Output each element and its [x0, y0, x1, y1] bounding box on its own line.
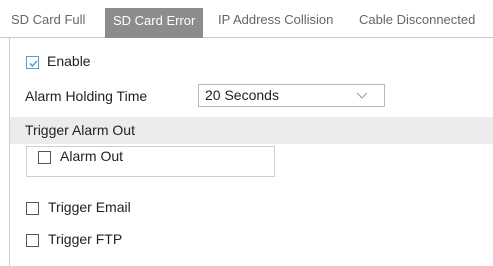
alarm-holding-time-value: 20 Seconds — [205, 87, 279, 103]
trigger-alarm-out-section: Trigger Alarm Out — [10, 117, 493, 144]
tab-cable-disconnected[interactable]: Cable Disconnected — [355, 6, 479, 38]
tab-ip-address-collision[interactable]: IP Address Collision — [214, 6, 337, 38]
chevron-down-icon — [356, 92, 368, 99]
enable-label: Enable — [47, 53, 91, 69]
trigger-email-checkbox[interactable] — [26, 202, 39, 215]
trigger-ftp-label: Trigger FTP — [48, 231, 123, 247]
alarm-holding-time-select[interactable]: 20 Seconds — [198, 84, 385, 107]
check-icon — [29, 60, 38, 68]
tab-sd-card-full[interactable]: SD Card Full — [7, 6, 89, 38]
tab-sd-card-error[interactable]: SD Card Error — [105, 8, 204, 38]
trigger-ftp-checkbox[interactable] — [26, 234, 39, 247]
trigger-email-label: Trigger Email — [48, 199, 131, 215]
enable-checkbox[interactable] — [26, 56, 39, 69]
trigger-alarm-out-title: Trigger Alarm Out — [25, 122, 135, 138]
event-tab-bar: SD Card Full SD Card Error IP Address Co… — [0, 0, 493, 38]
alarm-out-checkbox[interactable] — [38, 151, 51, 164]
alarm-holding-time-label: Alarm Holding Time — [25, 88, 148, 104]
alarm-out-label: Alarm Out — [60, 148, 124, 164]
left-divider — [9, 38, 10, 266]
